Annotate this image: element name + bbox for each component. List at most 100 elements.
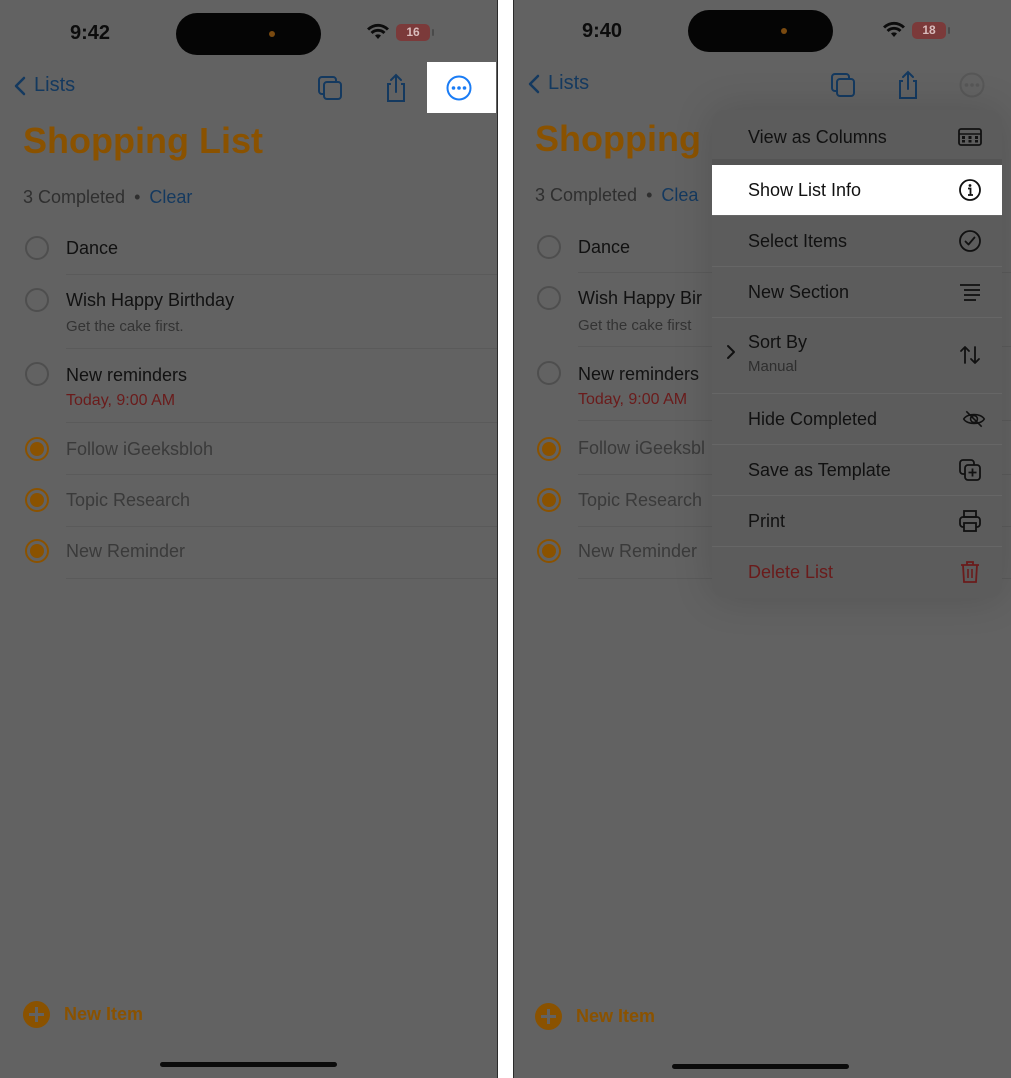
trash-icon xyxy=(958,560,982,584)
new-item-label: New Item xyxy=(576,1006,656,1026)
list-item[interactable]: New Reminder xyxy=(0,527,497,579)
more-options-button[interactable] xyxy=(441,70,477,106)
list-item[interactable]: Dance xyxy=(0,221,497,275)
checkbox-circle-checked[interactable] xyxy=(537,488,561,512)
back-label: Lists xyxy=(548,72,590,94)
list-item[interactable]: Topic Research xyxy=(0,475,497,527)
section-lines-icon xyxy=(958,280,982,304)
home-indicator xyxy=(160,1062,337,1067)
share-icon xyxy=(387,73,405,102)
back-button[interactable]: Lists xyxy=(528,72,589,95)
checkbox-circle[interactable] xyxy=(25,236,49,260)
item-due-date: Today, 9:00 AM xyxy=(66,392,176,409)
completed-summary: 3 Completed • Clear xyxy=(23,187,192,208)
duplicate-window-button[interactable] xyxy=(312,70,348,106)
wifi-icon xyxy=(883,21,905,37)
checkbox-circle-checked[interactable] xyxy=(25,539,49,563)
list-item[interactable]: Wish Happy Birthday Get the cake first. xyxy=(0,275,497,349)
columns-icon xyxy=(958,125,982,149)
ellipsis-circle-icon xyxy=(446,75,472,101)
duplicate-window-button[interactable] xyxy=(825,67,861,103)
dynamic-island xyxy=(688,10,833,52)
list-item[interactable]: New reminders Today, 9:00 AM xyxy=(0,349,497,423)
checkbox-circle[interactable] xyxy=(537,286,561,310)
checkbox-circle[interactable] xyxy=(25,288,49,312)
menu-item-label: Hide Completed xyxy=(748,409,878,429)
share-button[interactable] xyxy=(378,70,414,106)
plus-circle-icon xyxy=(535,1003,562,1030)
status-time: 9:40 xyxy=(582,20,623,42)
dynamic-island xyxy=(176,13,321,55)
list-title: Shopping xyxy=(535,118,701,159)
list-options-menu: View as Columns Show List Info Select It… xyxy=(712,110,1002,598)
checkbox-circle-checked[interactable] xyxy=(25,488,49,512)
sort-arrows-icon xyxy=(958,343,982,367)
chevron-left-icon xyxy=(14,76,26,95)
item-title: New Reminder xyxy=(578,541,698,561)
completed-count: 3 Completed xyxy=(535,185,638,205)
item-title: New reminders xyxy=(578,364,700,384)
duplicate-window-icon xyxy=(318,76,342,100)
item-due-date: Today, 9:00 AM xyxy=(578,391,688,408)
item-title: Topic Research xyxy=(578,490,703,510)
menu-item-label: Select Items xyxy=(748,231,848,251)
menu-item-view-as-columns[interactable]: View as Columns xyxy=(712,110,1002,165)
more-options-button[interactable] xyxy=(954,67,990,103)
menu-item-sort-by[interactable]: Sort By Manual xyxy=(712,318,1002,394)
ellipsis-circle-icon xyxy=(959,72,985,98)
plus-circle-icon xyxy=(23,1001,50,1028)
item-title: Dance xyxy=(578,237,631,257)
menu-item-show-list-info[interactable]: Show List Info xyxy=(712,165,1002,216)
checkmark-circle-icon xyxy=(958,229,982,253)
new-item-label: New Item xyxy=(64,1004,144,1024)
duplicate-window-icon xyxy=(831,73,855,97)
item-note: Get the cake first xyxy=(578,317,692,334)
menu-item-label: View as Columns xyxy=(748,127,887,147)
new-item-button[interactable]: New Item xyxy=(535,1003,655,1030)
battery-icon: 18 xyxy=(912,21,950,39)
menu-item-label: Delete List xyxy=(748,562,834,582)
right-phone-screen: 9:40 18 Lists Shopping 3 Completed • Cle… xyxy=(514,0,1011,1078)
completed-count: 3 Completed xyxy=(23,187,126,207)
share-button[interactable] xyxy=(890,67,926,103)
checkbox-circle[interactable] xyxy=(25,362,49,386)
checkbox-circle-checked[interactable] xyxy=(537,539,561,563)
item-title: Dance xyxy=(66,238,119,258)
printer-icon xyxy=(958,509,982,533)
share-icon xyxy=(899,70,917,99)
new-item-button[interactable]: New Item xyxy=(23,1001,143,1028)
menu-item-hide-completed[interactable]: Hide Completed xyxy=(712,394,1002,445)
menu-item-print[interactable]: Print xyxy=(712,496,1002,547)
separator-dot: • xyxy=(646,185,653,205)
battery-icon: 16 xyxy=(396,23,434,41)
item-title: Topic Research xyxy=(66,490,191,510)
back-button[interactable]: Lists xyxy=(14,74,75,97)
menu-item-label: Show List Info xyxy=(748,180,862,200)
home-indicator xyxy=(672,1064,849,1069)
duplicate-plus-icon xyxy=(958,458,982,482)
menu-item-label: New Section xyxy=(748,282,850,302)
checkbox-circle-checked[interactable] xyxy=(25,437,49,461)
status-time: 9:42 xyxy=(70,22,111,44)
menu-item-delete-list[interactable]: Delete List xyxy=(712,547,1002,598)
separator-dot: • xyxy=(134,187,141,207)
menu-item-label: Save as Template xyxy=(748,460,891,480)
checkbox-circle-checked[interactable] xyxy=(537,437,561,461)
info-circle-icon xyxy=(958,178,982,202)
status-icons: 18 xyxy=(882,21,950,39)
item-title: Wish Happy Bir xyxy=(578,288,703,308)
item-title: Follow iGeeksbloh xyxy=(66,439,214,459)
item-title: Wish Happy Birthday xyxy=(66,290,235,310)
checkbox-circle[interactable] xyxy=(537,235,561,259)
clear-button[interactable]: Clea xyxy=(661,185,698,205)
menu-item-save-as-template[interactable]: Save as Template xyxy=(712,445,1002,496)
menu-item-select-items[interactable]: Select Items xyxy=(712,216,1002,267)
chevron-right-icon xyxy=(727,345,735,359)
checkbox-circle[interactable] xyxy=(537,361,561,385)
menu-item-new-section[interactable]: New Section xyxy=(712,267,1002,318)
eye-slash-icon xyxy=(962,407,986,431)
list-item[interactable]: Follow iGeeksbloh xyxy=(0,423,497,475)
wifi-icon xyxy=(367,23,389,39)
menu-item-sublabel: Manual xyxy=(748,358,798,375)
clear-button[interactable]: Clear xyxy=(149,187,192,207)
